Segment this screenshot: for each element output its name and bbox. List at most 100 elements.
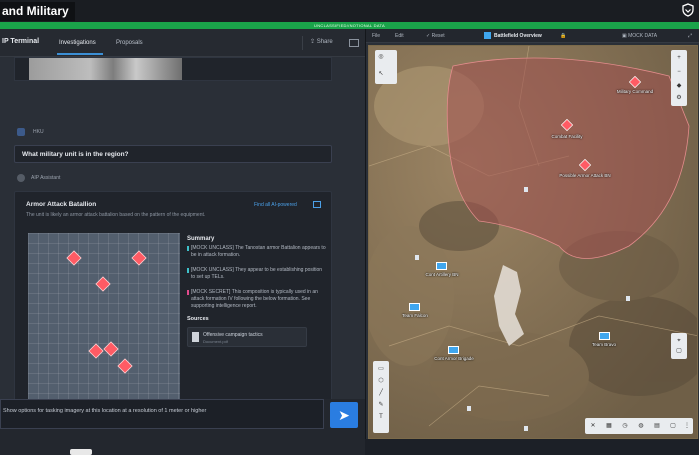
map-panel: File Edit ✓ Reset Battlefield Overview 🔒… (365, 29, 699, 439)
reset-button[interactable]: ✓ Reset (426, 33, 445, 39)
select-icon[interactable]: ▭ (377, 365, 385, 373)
grid-icon[interactable]: ▦ (605, 422, 613, 430)
map-label-armor-attack-bn: Possible Armor Attack BN (559, 173, 611, 178)
panel-title: IP Terminal (2, 38, 40, 45)
friendly-marker[interactable] (436, 262, 447, 270)
chat-input-text: Show options for tasking imagery at this… (3, 408, 207, 414)
tab-proposals[interactable]: Proposals (116, 40, 143, 46)
hostile-marker[interactable] (88, 343, 104, 359)
table-icon[interactable]: ▤ (653, 422, 661, 430)
document-icon (192, 332, 199, 342)
find-link[interactable]: Find all AI-powered (254, 202, 297, 208)
screenshot-icon[interactable]: ▢ (675, 347, 683, 355)
map-title[interactable]: Battlefield Overview (494, 33, 542, 39)
source-title: Offensive campaign tactics (203, 332, 263, 338)
classification-marker (187, 246, 189, 251)
answer-subtitle: The unit is likely an armor attack batta… (26, 212, 206, 218)
panel-toggle-icon[interactable] (349, 39, 359, 47)
tab-investigations[interactable]: Investigations (59, 40, 96, 46)
composer: Show options for tasking imagery at this… (0, 399, 365, 455)
hostile-marker[interactable] (117, 358, 133, 374)
share-icon: ⇪ (310, 39, 317, 45)
map-pin[interactable] (524, 187, 528, 192)
imagery-thumbnail[interactable] (29, 58, 182, 80)
measure-icon[interactable]: ⌖ (675, 337, 683, 345)
draw-toolbar: ▭ ⬡ ╱ ✎ T (373, 361, 389, 433)
map-label-team-bravo: Team Bravo (591, 342, 616, 347)
top-header: and Military (0, 0, 699, 22)
map-right-tools: + − ◆ ⚙ (671, 50, 687, 106)
source-document[interactable]: Offensive campaign tactics Document.pdf (187, 327, 307, 347)
image-attachment[interactable] (14, 57, 332, 81)
open-external-icon[interactable] (313, 201, 321, 208)
expand-icon[interactable]: ⤢ (688, 33, 692, 39)
line-icon[interactable]: ╱ (377, 389, 385, 397)
timer-icon[interactable]: ◷ (621, 422, 629, 430)
globe-icon[interactable]: ◍ (637, 422, 645, 430)
source-meta: Document.pdf (203, 339, 228, 344)
chat-input[interactable]: Show options for tasking imagery at this… (0, 399, 324, 429)
friendly-marker[interactable] (409, 303, 420, 311)
answer-title: Armor Attack Batallion (26, 201, 97, 208)
text-icon[interactable]: T (377, 413, 385, 421)
send-button[interactable]: ➤ (330, 402, 358, 428)
pencil-icon[interactable]: ✎ (377, 401, 385, 409)
hostile-marker[interactable] (95, 276, 111, 292)
user-message: What military unit is in the region? (14, 145, 332, 163)
chat-thread: HKU What military unit is in the region?… (0, 57, 365, 413)
formation-markers (66, 250, 147, 374)
map-pin[interactable] (467, 406, 471, 411)
map-pin[interactable] (415, 255, 419, 260)
satellite-map[interactable]: Military Command Combat Facility Possibl… (368, 45, 698, 439)
map-pin[interactable] (626, 296, 630, 301)
lock-icon[interactable]: 🔒 (560, 33, 566, 39)
cursor-icon[interactable]: ↖ (377, 70, 385, 78)
edit-menu[interactable]: Edit (395, 33, 404, 39)
hostile-marker[interactable] (66, 250, 82, 266)
summary-item: [MOCK UNCLASS] They appear to be establi… (187, 267, 327, 281)
file-menu[interactable]: File (372, 33, 380, 39)
compass-icon[interactable]: ◆ (675, 82, 683, 90)
map-side-tools: ⌖ ▢ (671, 333, 687, 359)
map-label-combat-facility: Combat Facility (551, 134, 583, 139)
app-window: and Military UNCLASSIFIED//NOTIONAL DATA… (0, 0, 699, 455)
classification-banner: UNCLASSIFIED//NOTIONAL DATA (0, 22, 699, 29)
answer-summary: Summary [MOCK UNCLASS] The Tanostan armo… (187, 236, 327, 347)
hostile-marker[interactable] (561, 119, 573, 131)
hostile-marker[interactable] (579, 159, 591, 171)
app-title: and Military (0, 2, 75, 21)
user-question-text: What military unit is in the region? (22, 151, 129, 158)
map-tool-group: ◎ ↖ (375, 50, 397, 84)
classification-marker (187, 290, 189, 295)
formation-map[interactable] (28, 233, 180, 413)
data-mode-label: MOCK DATA (628, 33, 658, 39)
settings-icon[interactable]: ⚙ (675, 94, 683, 102)
assistant-answer-card: Armor Attack Batallion The unit is likel… (14, 191, 332, 413)
friendly-marker[interactable] (599, 332, 610, 340)
map-label-team-falcon: Team Falcon (402, 313, 428, 318)
divider (302, 36, 303, 50)
more-icon[interactable]: ⋮ (683, 422, 691, 430)
map-pin[interactable] (524, 426, 528, 431)
assistant-avatar (17, 174, 25, 182)
frame-icon[interactable]: ▢ (669, 422, 677, 430)
summary-item: [MOCK SECRET] This composition is typica… (187, 289, 327, 310)
hostile-marker[interactable] (629, 76, 641, 88)
share-button[interactable]: ⇪ Share (310, 38, 333, 45)
zoom-in-icon[interactable]: + (675, 54, 683, 62)
close-icon[interactable]: ✕ (589, 422, 597, 430)
user-name: HKU (33, 129, 44, 135)
data-mode: ▣ MOCK DATA (622, 33, 657, 39)
layers-icon[interactable]: ◎ (377, 53, 385, 61)
classification-marker (187, 268, 189, 273)
bottom-toolbar: ✕ ▦ ◷ ◍ ▤ ▢ ⋮ (585, 418, 693, 434)
active-tab-indicator (57, 53, 103, 55)
friendly-marker[interactable] (448, 346, 459, 354)
hostile-marker[interactable] (103, 341, 119, 357)
polygon-icon[interactable]: ⬡ (377, 377, 385, 385)
summary-item-text: [MOCK SECRET] This composition is typica… (191, 289, 318, 309)
hostile-marker[interactable] (131, 250, 147, 266)
zoom-out-icon[interactable]: − (675, 68, 683, 76)
map-toolbar: File Edit ✓ Reset Battlefield Overview 🔒… (366, 29, 699, 43)
shield-icon[interactable] (681, 3, 695, 17)
